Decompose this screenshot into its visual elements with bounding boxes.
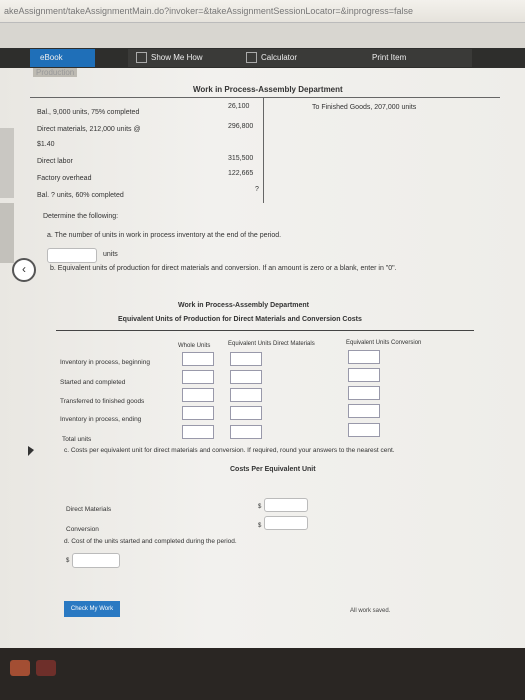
address-bar[interactable]: akeAssignment/takeAssignmentMain.do?invo… xyxy=(0,0,525,23)
play-icon xyxy=(136,52,147,64)
assignment-toolbar: eBook Show Me How Calculator Print Item xyxy=(0,48,525,68)
part-c-question: c. Costs per equivalent unit for direct … xyxy=(64,447,395,454)
cut-header: Production xyxy=(33,68,78,77)
taskbar-app-icon[interactable] xyxy=(10,660,30,676)
dm-cost-input[interactable] xyxy=(264,498,308,512)
credit-label: To Finished Goods, 207,000 units xyxy=(312,104,417,111)
dm-beginning-input[interactable] xyxy=(230,352,262,366)
debit-label-1: Bal., 9,000 units, 75% completed xyxy=(37,109,140,116)
conversion-cost-currency: $ xyxy=(258,523,262,529)
show-me-how-button[interactable]: Show Me How xyxy=(128,49,231,67)
dm-cost-currency: $ xyxy=(258,504,262,510)
print-item-label: Print Item xyxy=(372,53,407,62)
ebook-button[interactable]: eBook xyxy=(30,49,95,67)
whole-units-total-input[interactable] xyxy=(182,425,214,439)
debit-label-5: Factory overhead xyxy=(37,175,92,182)
conversion-cost-label: Conversion xyxy=(66,526,99,533)
dm-cost-label: Direct Materials xyxy=(66,506,112,513)
dm-transferred-input[interactable] xyxy=(230,388,262,402)
dm-started-input[interactable] xyxy=(230,370,262,384)
part-c-title: Costs Per Equivalent Unit xyxy=(230,466,316,473)
part-d-question: d. Cost of the units started and complet… xyxy=(64,538,237,545)
units-input[interactable] xyxy=(47,248,97,263)
calculator-button[interactable]: Calculator xyxy=(228,49,346,67)
debit-amount-5: 122,665 xyxy=(228,170,254,177)
dm-ending-input[interactable] xyxy=(230,406,262,420)
conv-beginning-input[interactable] xyxy=(348,350,380,364)
calculator-label: Calculator xyxy=(261,53,298,62)
conv-transferred-input[interactable] xyxy=(348,386,380,400)
account-center-rule xyxy=(263,98,264,203)
assignment-content: Production Work in Process-Assembly Depa… xyxy=(0,68,525,648)
debit-amount-1: 26,100 xyxy=(228,103,250,110)
debit-label-2: Direct materials, 212,000 units @ xyxy=(37,126,141,133)
debit-amount-6: ? xyxy=(255,186,259,193)
units-label: units xyxy=(103,251,118,258)
row-transferred: Transferred to finished goods xyxy=(60,398,145,405)
whole-units-beginning-input[interactable] xyxy=(182,352,214,366)
debit-label-6: Bal. ? units, 60% completed xyxy=(37,192,124,199)
part-b-question: b. Equivalent units of production for di… xyxy=(50,265,397,272)
calculator-icon xyxy=(246,52,257,64)
account-top-rule xyxy=(30,97,500,98)
previous-arrow-button[interactable]: ‹ xyxy=(12,258,36,282)
part-b-title-1: Work in Process-Assembly Department xyxy=(178,302,309,309)
column-eu-direct-materials: Equivalent Units Direct Materials xyxy=(228,341,315,347)
debit-amount-2: 296,800 xyxy=(228,123,254,130)
account-title: Work in Process-Assembly Department xyxy=(193,85,343,94)
taskbar-app-icon-2[interactable] xyxy=(36,660,56,676)
debit-amount-4: 315,500 xyxy=(228,155,254,162)
debit-label-4: Direct labor xyxy=(37,158,73,165)
conv-ending-input[interactable] xyxy=(348,404,380,418)
whole-units-ending-input[interactable] xyxy=(182,406,214,420)
row-started-completed: Started and completed xyxy=(60,379,126,386)
chevron-left-icon: ‹ xyxy=(22,262,26,276)
part-b-title-2: Equivalent Units of Production for Direc… xyxy=(118,316,362,323)
column-eu-conversion: Equivalent Units Conversion xyxy=(346,340,422,346)
show-me-how-label: Show Me How xyxy=(151,53,203,62)
ebook-label: eBook xyxy=(40,53,63,62)
taskbar xyxy=(0,648,525,700)
row-total-units: Total units xyxy=(62,436,92,443)
conversion-cost-input[interactable] xyxy=(264,516,308,530)
row-beginning-inventory: Inventory in process, beginning xyxy=(60,359,150,366)
instruction-text: Determine the following: xyxy=(43,213,119,220)
part-a-question: a. The number of units in work in proces… xyxy=(47,232,282,239)
row-ending-inventory: Inventory in process, ending xyxy=(60,416,142,423)
whole-units-transferred-input[interactable] xyxy=(182,388,214,402)
column-whole-units: Whole Units xyxy=(178,343,211,349)
print-item-button[interactable]: Print Item xyxy=(342,49,472,67)
mouse-cursor-icon xyxy=(28,446,34,456)
conv-started-input[interactable] xyxy=(348,368,380,382)
side-tab-secondary xyxy=(0,203,14,263)
whole-units-started-input[interactable] xyxy=(182,370,214,384)
part-d-currency: $ xyxy=(66,558,70,564)
saved-status: All work saved. xyxy=(350,608,391,614)
debit-label-3: $1.40 xyxy=(37,141,55,148)
check-my-work-button[interactable]: Check My Work xyxy=(64,601,120,617)
conv-total-input[interactable] xyxy=(348,423,380,437)
part-b-rule xyxy=(56,330,474,331)
dm-total-input[interactable] xyxy=(230,425,262,439)
started-completed-cost-input[interactable] xyxy=(72,553,120,568)
side-tab xyxy=(0,128,14,198)
